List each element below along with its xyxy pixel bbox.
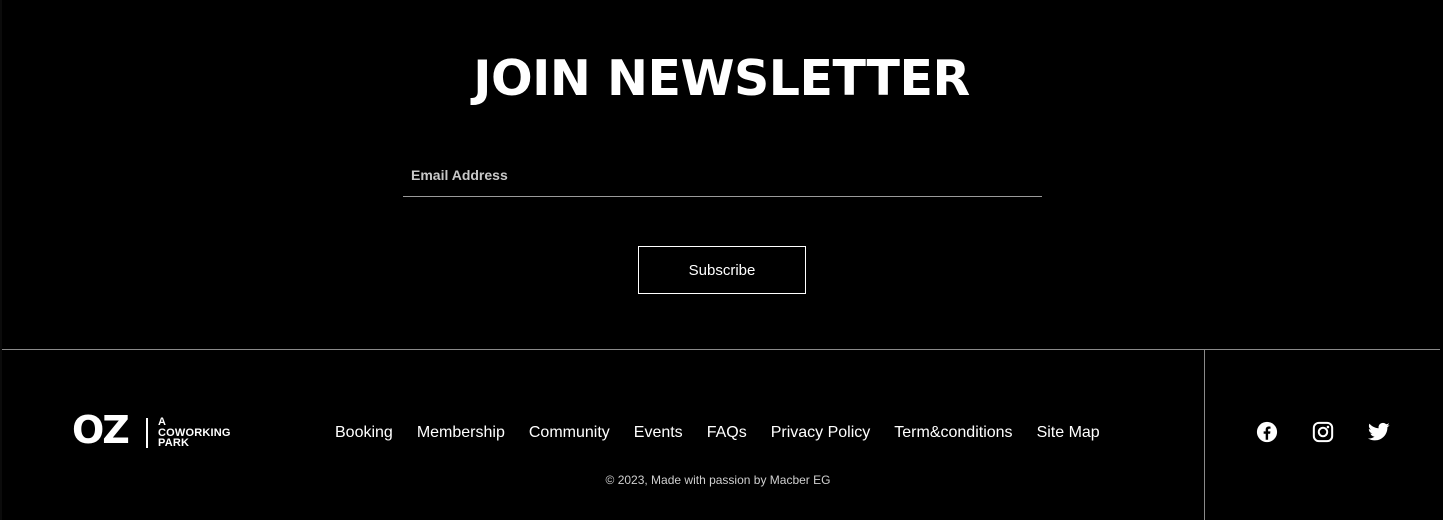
logo[interactable]: OZ A COWORKING PARK — [72, 410, 247, 452]
copyright-label: © 2023, Made with passion by Macber EG — [605, 473, 831, 487]
footer-link-privacy-policy[interactable]: Privacy Policy — [771, 422, 871, 444]
logo-tagline-line: PARK — [158, 437, 190, 449]
instagram-icon — [1312, 421, 1334, 443]
footer-nav: Booking Membership Community Events FAQs… — [335, 422, 1100, 444]
footer-social-divider — [1204, 350, 1205, 520]
instagram-link[interactable] — [1311, 420, 1335, 444]
footer-link-faqs[interactable]: FAQs — [707, 422, 747, 444]
footer-link-terms-conditions[interactable]: Term&conditions — [894, 422, 1012, 444]
subscribe-button[interactable]: Subscribe — [638, 246, 806, 294]
logo-mark: OZ — [72, 408, 130, 452]
newsletter-section: JOIN NEWSLETTER Subscribe — [0, 0, 1443, 350]
twitter-icon — [1368, 422, 1390, 442]
copyright-text: © 2023, Made with passion by Macber EG — [0, 473, 1440, 487]
footer-top-divider — [2, 349, 1440, 350]
facebook-icon — [1256, 421, 1278, 443]
facebook-link[interactable] — [1255, 420, 1279, 444]
email-field[interactable] — [403, 155, 1042, 197]
logo-tagline: A COWORKING PARK — [158, 417, 231, 449]
twitter-link[interactable] — [1367, 420, 1391, 444]
footer-link-site-map[interactable]: Site Map — [1037, 422, 1100, 444]
logo-tagline-line: A — [158, 416, 167, 428]
footer-link-events[interactable]: Events — [634, 422, 683, 444]
logo-separator — [146, 418, 148, 448]
footer-link-community[interactable]: Community — [529, 422, 610, 444]
footer-link-membership[interactable]: Membership — [417, 422, 505, 444]
email-input[interactable] — [403, 155, 1042, 195]
newsletter-title: JOIN NEWSLETTER — [473, 50, 970, 107]
footer-link-booking[interactable]: Booking — [335, 422, 393, 444]
